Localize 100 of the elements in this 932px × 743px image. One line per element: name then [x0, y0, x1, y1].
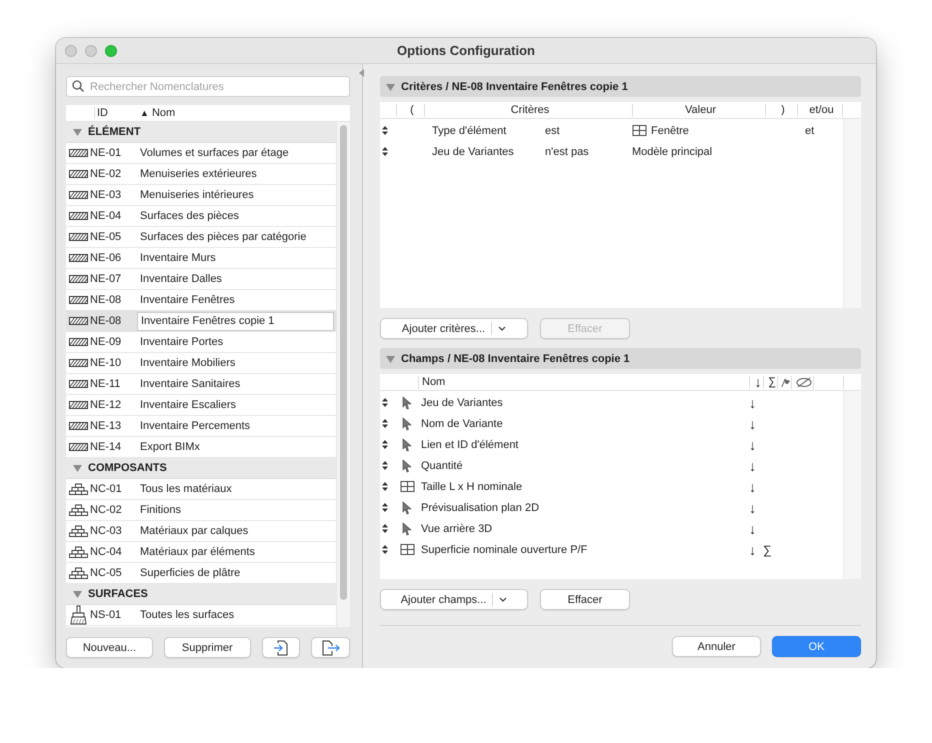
hatch-icon [68, 380, 88, 388]
reorder-handle-icon[interactable] [382, 503, 388, 512]
hidden-eye-icon [796, 376, 812, 388]
section-header[interactable]: Critères / NE-08 Inventaire Fenêtres copie 1 [380, 76, 861, 97]
window-icon [632, 124, 647, 137]
column-header[interactable]: Critères [424, 104, 632, 116]
bricks-icon [68, 504, 88, 516]
schedule-id: NE-04 [90, 210, 122, 222]
window-title: Options Configuration [397, 43, 535, 58]
column-header[interactable]: ( [396, 104, 424, 116]
hatch-icon [68, 422, 88, 430]
ok-button[interactable]: OK [772, 636, 861, 657]
disclosure-triangle-icon[interactable] [73, 128, 82, 136]
reorder-handle-icon[interactable] [382, 419, 388, 428]
schedule-id: NE-09 [90, 336, 122, 348]
file-import-icon [273, 640, 290, 656]
criterion-cell-text: Jeu de Variantes [432, 146, 515, 158]
schedule-id: NC-02 [90, 504, 123, 516]
field-name: Superficie nominale ouverture P/F [420, 544, 588, 556]
reorder-handle-icon[interactable] [382, 126, 388, 135]
sort-cell-text: ↓ [749, 416, 757, 432]
clear-button[interactable]: Effacer [540, 589, 630, 610]
hatch-icon [68, 359, 88, 367]
schedule-id: NE-07 [90, 273, 122, 285]
column-header[interactable]: ∑ [763, 376, 777, 388]
file-export-icon [322, 640, 340, 656]
action-button[interactable]: Nouveau... [66, 637, 153, 658]
dropdown-button[interactable]: Ajouter critères... [380, 318, 528, 339]
action-button[interactable]: Supprimer [164, 637, 251, 658]
cursor-icon [402, 416, 412, 430]
reorder-handle-icon[interactable] [382, 461, 388, 470]
hatch-icon [68, 296, 88, 304]
schedule-name: Inventaire Portes [139, 335, 224, 350]
reorder-handle-icon[interactable] [382, 482, 388, 491]
field-name: Taille L x H nominale [420, 480, 524, 492]
column-header[interactable]: et/ou [797, 104, 842, 116]
group-row[interactable]: COMPOSANTS [66, 458, 336, 479]
field-name: Quantité [420, 460, 464, 472]
reorder-handle-icon[interactable] [382, 440, 388, 449]
group-row[interactable]: ÉLÉMENT [66, 122, 336, 143]
schedule-name: Matériaux par éléments [139, 545, 256, 560]
name-field[interactable]: Inventaire Fenêtres copie 1 [137, 312, 334, 330]
reorder-handle-icon[interactable] [382, 147, 388, 156]
hatch-icon [68, 338, 88, 346]
schedule-id: NE-14 [90, 441, 122, 453]
sort-cell-text: ↓ [749, 394, 757, 410]
criterion-cell-text: Type d'élément [432, 124, 508, 136]
schedule-name: Inventaire Dalles [139, 272, 223, 287]
schedule-name: Menuiseries intérieures [139, 188, 255, 203]
export-button[interactable] [311, 637, 350, 658]
schedule-id: NE-10 [90, 357, 122, 369]
schedule-id: NE-13 [90, 420, 122, 432]
schedule-name: Inventaire Murs [139, 251, 217, 266]
schedule-id: NE-06 [90, 252, 122, 264]
schedule-id: NC-04 [90, 546, 123, 558]
sort-cell-text: ↓ [749, 542, 757, 558]
sort-cell-text: ↓ [749, 458, 757, 474]
dropdown-button[interactable]: Ajouter champs... [380, 589, 528, 610]
column-header[interactable]: ) [765, 104, 797, 116]
disclosure-triangle-icon[interactable] [73, 464, 82, 472]
schedule-name: Surfaces des pièces [139, 209, 240, 224]
column-header[interactable]: Valeur [632, 104, 765, 116]
schedule-id: NC-03 [90, 525, 123, 537]
schedule-name: Inventaire Percements [139, 419, 252, 434]
reorder-handle-icon[interactable] [382, 545, 388, 554]
schedule-name: Surfaces des pièces par catégorie [139, 230, 308, 245]
import-button[interactable] [262, 637, 300, 658]
column-header[interactable]: ↓ [749, 376, 763, 388]
section-header[interactable]: Champs / NE-08 Inventaire Fenêtres copie 1 [380, 348, 861, 369]
chevron-down-icon[interactable] [498, 326, 506, 331]
schedule-id: NE-02 [90, 168, 122, 180]
schedule-name: Inventaire Escaliers [139, 398, 237, 413]
schedule-name: Export BIMx [139, 440, 201, 455]
column-header[interactable]: ID [94, 107, 138, 119]
operator-cell-text: est [545, 124, 561, 136]
schedule-name: Finitions [139, 503, 182, 518]
disclosure-triangle-icon[interactable] [73, 590, 82, 598]
column-header[interactable]: Nom [418, 376, 749, 388]
schedule-id: NC-01 [90, 483, 123, 495]
hatch-icon [68, 275, 88, 283]
bricks-icon [68, 525, 88, 537]
reorder-handle-icon[interactable] [382, 524, 388, 533]
schedule-row[interactable]: NE-08 Inventaire Fenêtres copie 1 [66, 311, 336, 332]
hatch-icon [68, 401, 88, 409]
sort-cell-text: ↓ [749, 500, 757, 516]
field-name: Jeu de Variantes [420, 396, 504, 408]
chevron-down-icon[interactable] [499, 597, 508, 602]
window-icon [400, 480, 414, 493]
sort-cell-text: ↓ [749, 520, 757, 536]
field-name: Nom de Variante [420, 418, 504, 430]
schedule-name: Menuiseries extérieures [139, 167, 258, 182]
search-field[interactable]: Rechercher Nomenclatures [66, 76, 350, 97]
schedule-name: Inventaire Mobiliers [139, 356, 236, 371]
sort-cell-text: ↓ [749, 478, 757, 494]
group-row[interactable]: SURFACES [66, 584, 336, 605]
schedule-row[interactable]: NS-01 Toutes les surfaces [66, 605, 336, 626]
scrollbar-thumb[interactable] [340, 125, 347, 600]
reorder-handle-icon[interactable] [382, 398, 388, 407]
column-header[interactable]: ▲ Nom [138, 107, 334, 119]
cancel-button[interactable]: Annuler [672, 636, 761, 657]
